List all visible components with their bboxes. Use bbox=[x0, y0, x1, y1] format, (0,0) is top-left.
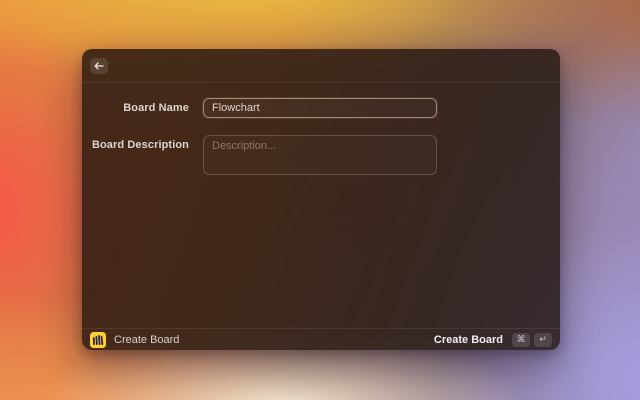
create-board-dialog: Board Name Board Description Create Boar… bbox=[82, 49, 560, 350]
board-description-input[interactable] bbox=[203, 135, 437, 175]
board-description-row: Board Description bbox=[82, 135, 560, 175]
app-chip: Create Board bbox=[90, 331, 180, 348]
back-arrow-icon bbox=[94, 61, 104, 70]
create-board-form: Board Name Board Description bbox=[82, 83, 560, 328]
dialog-header bbox=[82, 49, 560, 83]
footer-app-name: Create Board bbox=[114, 333, 180, 346]
create-board-action-button[interactable]: Create Board ⌘ ↵ bbox=[433, 332, 552, 347]
board-name-input[interactable] bbox=[203, 98, 437, 118]
create-board-action-label: Create Board bbox=[433, 333, 503, 346]
enter-key-icon: ↵ bbox=[534, 332, 552, 347]
back-button[interactable] bbox=[90, 57, 108, 74]
board-name-label: Board Name bbox=[123, 102, 189, 114]
dialog-footer: Create Board Create Board ⌘ ↵ bbox=[82, 328, 560, 350]
board-name-row: Board Name bbox=[82, 98, 560, 118]
board-description-label: Board Description bbox=[91, 139, 189, 151]
miro-logo-icon bbox=[90, 331, 106, 348]
command-key-icon: ⌘ bbox=[512, 332, 530, 347]
